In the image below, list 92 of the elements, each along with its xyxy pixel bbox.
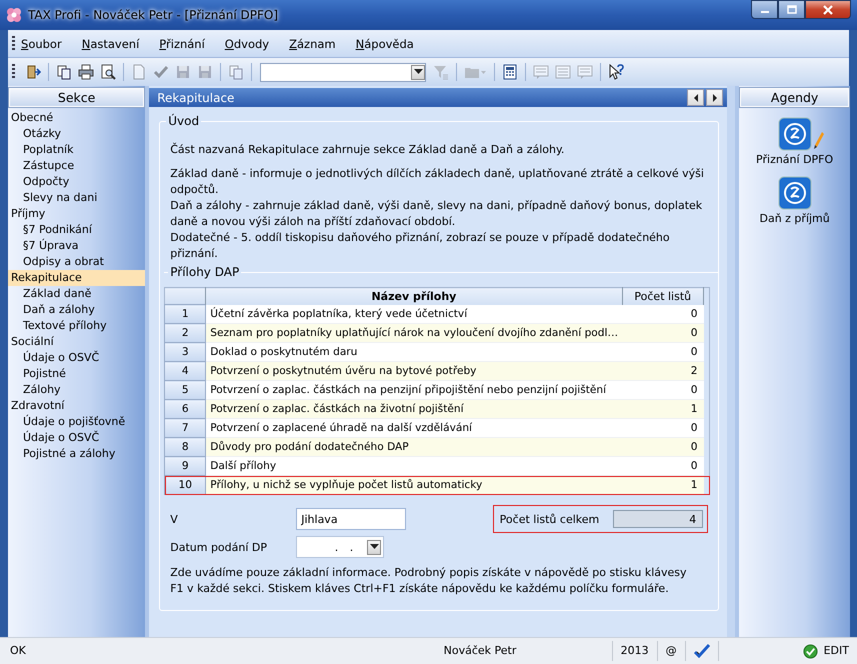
- intro-text: Část nazvaná Rekapitulace zahrnuje sekce Základ daně a Daň a zálohy.: [170, 142, 566, 158]
- row-number: 5: [164, 380, 206, 400]
- previous-button[interactable]: [687, 89, 704, 106]
- column-header[interactable]: Název přílohy: [206, 288, 622, 304]
- status-mode: EDIT: [824, 643, 849, 659]
- row-number: 1: [164, 304, 206, 324]
- intro-text: Daň a zálohy - zahrnuje základ daně, výši daně, slevy na dani, případně daňový bonus, doplatek daně a novou výši záloh na příští zdaňovací období.: [170, 198, 704, 230]
- close-icon: [822, 4, 834, 14]
- sidebar-item[interactable]: Pojistné: [8, 366, 146, 382]
- caret-right-icon: [712, 94, 718, 102]
- sidebar-item[interactable]: Otázky: [8, 126, 146, 142]
- maximize-button[interactable]: [778, 0, 805, 19]
- agenda-item[interactable]: Přiznání DPFO: [756, 117, 834, 166]
- total-label: Počet listů celkem: [500, 512, 600, 526]
- menu-item[interactable]: Odvody: [224, 36, 270, 50]
- next-button[interactable]: [706, 89, 724, 106]
- help-note: Zde uvádíme pouze základní informace. Podrobný popis získáte v nápovědě po stisku klávesy F1 v každé sekci. Stiskem kláves Ctrl+F1 získáte nápovědu ke každému políčku formuláře.: [170, 565, 688, 597]
- checkmark-icon: [694, 644, 710, 658]
- table-cell: Potvrzení o poskytnutém úvěru na bytové potřeby: [206, 362, 622, 380]
- menu-item[interactable]: Soubor: [21, 36, 62, 50]
- table-cell: 1: [622, 400, 704, 418]
- sidebar-item[interactable]: Sociální: [8, 334, 146, 350]
- row-number: 8: [164, 438, 206, 456]
- sidebar-item[interactable]: Daň a zálohy: [8, 302, 146, 318]
- row-number: 10: [164, 476, 206, 494]
- row-number: 4: [164, 362, 206, 380]
- check-circle-icon: [802, 644, 818, 658]
- status-year: 2013: [612, 641, 658, 661]
- menu-item[interactable]: Záznam: [289, 36, 336, 50]
- sidebar-item[interactable]: Údaje o OSVČ: [8, 350, 146, 366]
- table-cell: 0: [622, 438, 704, 456]
- sidebar-item[interactable]: Slevy na dani: [8, 190, 146, 206]
- close-button[interactable]: [805, 0, 851, 19]
- table-cell: Potvrzení o zaplac. částkách na životní pojištění: [206, 400, 622, 418]
- status-user: Nováček Petr: [436, 641, 613, 661]
- sidebar-item[interactable]: Odpočty: [8, 174, 146, 190]
- total-field: 4: [613, 510, 704, 528]
- caret-left-icon: [692, 94, 699, 102]
- panel-title: Rekapitulace: [157, 90, 234, 104]
- menu-item[interactable]: Přiznání: [159, 36, 205, 50]
- row-number: 7: [164, 418, 206, 438]
- sidebar-item[interactable]: Poplatník: [8, 142, 146, 158]
- table-cell: Důvody pro podání dodatečného DAP: [206, 438, 622, 456]
- menu-item[interactable]: Nápověda: [356, 36, 414, 50]
- sidebar-item[interactable]: Pojistné a zálohy: [8, 446, 146, 462]
- maximize-icon: [786, 5, 796, 14]
- app-icon: [6, 7, 22, 23]
- minimize-button[interactable]: [751, 0, 778, 19]
- table-cell: Přílohy, u nichž se vyplňuje počet listů automaticky: [206, 476, 622, 494]
- status-message: OK: [9, 643, 27, 659]
- sidebar-item[interactable]: Základ daně: [8, 286, 146, 302]
- printer-icon[interactable]: [76, 63, 96, 81]
- table-cell: 0: [622, 456, 704, 476]
- table-cell: Seznam pro poplatníky uplatňující nárok na vyloučení dvojího zdanění podl…: [206, 324, 622, 342]
- sidebar-item[interactable]: Příjmy: [8, 206, 146, 222]
- table-cell: Další přílohy: [206, 456, 622, 476]
- group-title: Přílohy DAP: [168, 265, 242, 279]
- dropdown-icon[interactable]: [411, 64, 425, 80]
- sidebar-item[interactable]: §7 Úprava: [8, 238, 146, 254]
- intro-text: Dodatečné - 5. oddíl tiskopisu daňového přiznání, zobrazí se pouze v případě dodatečného přiznání.: [170, 230, 671, 262]
- agenda-item[interactable]: Daň z příjmů: [759, 176, 830, 225]
- table-cell: 1: [622, 476, 704, 494]
- sidebar-item[interactable]: §7 Podnikání: [8, 222, 146, 238]
- agenda-icon: [778, 117, 812, 151]
- table-cell: 2: [622, 362, 704, 380]
- field-label: Datum podání DP: [170, 540, 268, 554]
- row-number: 9: [164, 456, 206, 476]
- sidebar-item[interactable]: Textové přílohy: [8, 318, 146, 334]
- intro-text: Základ daně - informuje o jednotlivých dílčích základech daně, uplatňované ztrátě a celkové výši odpočtů.: [170, 166, 705, 198]
- sidebar-item[interactable]: Zdravotní: [8, 398, 146, 414]
- sidebar-item[interactable]: Zálohy: [8, 382, 146, 398]
- sidebar-item[interactable]: Odpisy a obrat: [8, 254, 146, 270]
- window-title: TAX Profi - Nováček Petr - [Přiznání DPFO]: [28, 8, 278, 22]
- dropdown-icon[interactable]: [367, 540, 382, 554]
- menu-item[interactable]: Nastavení: [82, 36, 140, 50]
- status-email: @: [658, 641, 686, 661]
- sidebar-item[interactable]: Údaje o pojišťovně: [8, 414, 146, 430]
- group-title: Úvod: [166, 114, 202, 128]
- field-label: V: [170, 512, 179, 526]
- sidebar-item[interactable]: Rekapitulace: [8, 270, 146, 286]
- sidebar-item[interactable]: Obecné: [8, 110, 146, 126]
- sidebar-header: Sekce: [9, 88, 144, 107]
- table-cell: 0: [622, 324, 704, 342]
- date-field[interactable]: . .: [296, 536, 384, 558]
- agenda-icon: [778, 176, 812, 210]
- row-number: 3: [164, 342, 206, 362]
- agendas-header: Agendy: [740, 88, 849, 107]
- sidebar-item[interactable]: Zástupce: [8, 158, 146, 174]
- row-number: 2: [164, 324, 206, 342]
- sidebar-item[interactable]: Údaje o OSVČ: [8, 430, 146, 446]
- row-number: 6: [164, 400, 206, 418]
- column-header[interactable]: Počet listů: [622, 288, 704, 304]
